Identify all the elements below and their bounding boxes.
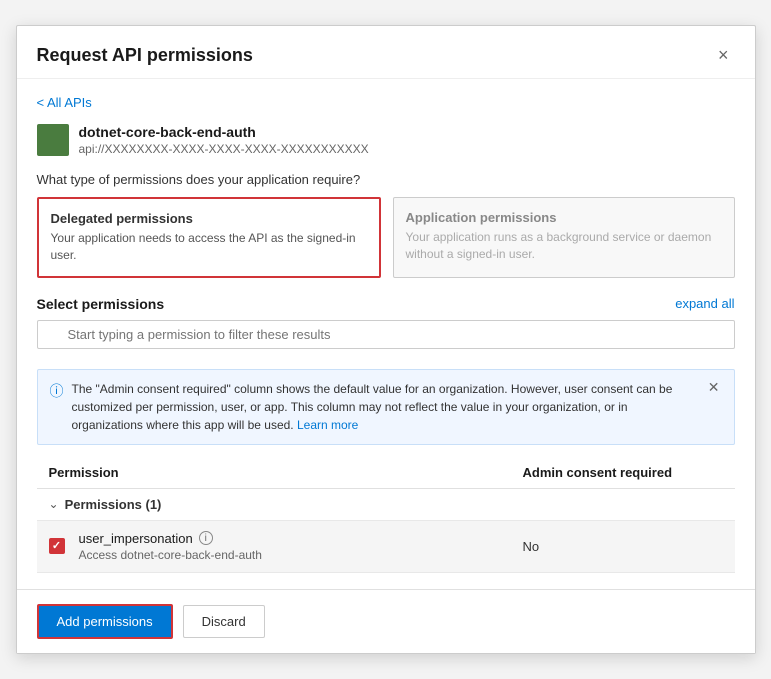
delegated-title: Delegated permissions: [51, 211, 367, 226]
permissions-table: Permission Admin consent required ⌄ Perm…: [37, 457, 735, 573]
info-banner-close-button[interactable]: ✕: [706, 380, 722, 394]
dialog-footer: Add permissions Discard: [17, 589, 755, 653]
permission-name: user_impersonation: [79, 531, 193, 546]
admin-consent-value: No: [523, 539, 723, 554]
permission-name-row: user_impersonation i: [79, 531, 523, 546]
permission-type-row: Delegated permissions Your application n…: [37, 197, 735, 278]
api-icon: [37, 124, 69, 156]
permissions-group-header[interactable]: ⌄ Permissions (1): [37, 489, 735, 521]
permission-description: Access dotnet-core-back-end-auth: [79, 548, 523, 562]
add-permissions-button[interactable]: Add permissions: [37, 604, 173, 639]
application-desc: Your application runs as a background se…: [406, 229, 722, 263]
info-banner: ⓘ The "Admin consent required" column sh…: [37, 369, 735, 445]
permission-type-question: What type of permissions does your appli…: [37, 172, 735, 187]
delegated-permissions-card[interactable]: Delegated permissions Your application n…: [37, 197, 381, 278]
api-uri: api://XXXXXXXX-XXXX-XXXX-XXXX-XXXXXXXXXX…: [79, 142, 369, 156]
table-header: Permission Admin consent required: [37, 457, 735, 489]
search-input[interactable]: [37, 320, 735, 349]
col-permission-header: Permission: [49, 465, 523, 480]
info-text: The "Admin consent required" column show…: [72, 380, 698, 434]
back-link[interactable]: < All APIs: [37, 95, 92, 110]
discard-button[interactable]: Discard: [183, 605, 265, 638]
user-impersonation-checkbox[interactable]: ✓: [49, 538, 65, 554]
expand-all-link[interactable]: expand all: [675, 296, 734, 311]
select-permissions-label: Select permissions: [37, 296, 165, 312]
search-wrapper: 🔍: [37, 320, 735, 359]
dialog-body: < All APIs dotnet-core-back-end-auth api…: [17, 79, 755, 589]
api-name: dotnet-core-back-end-auth: [79, 124, 369, 140]
permission-info-circle[interactable]: i: [199, 531, 213, 545]
request-api-permissions-dialog: Request API permissions × < All APIs dot…: [16, 25, 756, 654]
table-row: ✓ user_impersonation i Access dotnet-cor…: [37, 521, 735, 573]
permission-check-col: ✓: [49, 538, 79, 554]
select-permissions-header: Select permissions expand all: [37, 296, 735, 312]
learn-more-link[interactable]: Learn more: [297, 418, 358, 432]
chevron-down-icon: ⌄: [49, 497, 59, 511]
group-label: Permissions (1): [65, 497, 162, 512]
application-title: Application permissions: [406, 210, 722, 225]
close-button[interactable]: ×: [712, 44, 735, 66]
api-info: dotnet-core-back-end-auth api://XXXXXXXX…: [37, 124, 735, 156]
checkmark-icon: ✓: [52, 541, 61, 552]
info-icon: ⓘ: [50, 381, 64, 401]
dialog-header: Request API permissions ×: [17, 26, 755, 79]
delegated-desc: Your application needs to access the API…: [51, 230, 367, 264]
col-consent-header: Admin consent required: [523, 465, 723, 480]
application-permissions-card[interactable]: Application permissions Your application…: [393, 197, 735, 278]
permission-info-col: user_impersonation i Access dotnet-core-…: [79, 531, 523, 562]
api-details: dotnet-core-back-end-auth api://XXXXXXXX…: [79, 124, 369, 156]
dialog-title: Request API permissions: [37, 45, 253, 66]
